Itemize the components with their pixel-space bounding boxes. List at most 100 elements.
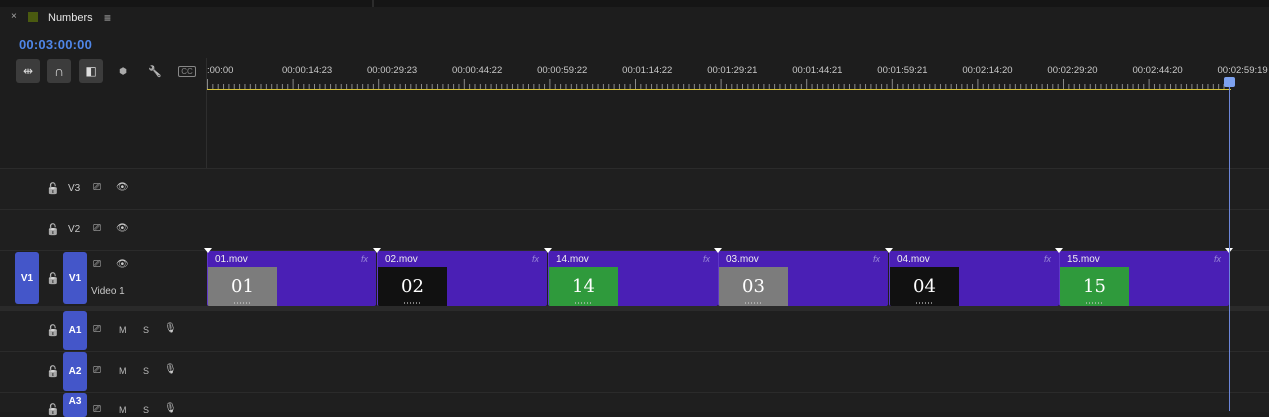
ruler-tick-label: 00:00:29:23 (367, 65, 418, 76)
clip[interactable]: 02.mov fx 02 (377, 251, 547, 306)
solo-button[interactable]: S (143, 325, 149, 335)
ruler-tick-label: 00:02:44:20 (1132, 65, 1183, 76)
linked-selection-button[interactable]: ◧ (79, 59, 103, 83)
edit-point-marker (714, 248, 722, 253)
lock-icon[interactable]: 🔓 (46, 365, 60, 378)
track-label-v3[interactable]: V3 (68, 183, 80, 194)
eye-icon[interactable]: 👁 (116, 223, 129, 234)
thumbnail-number: 02 (401, 276, 424, 297)
edit-point-marker (885, 248, 893, 253)
sequence-tab-title[interactable]: Numbers (48, 12, 93, 24)
thumbnail-number: 04 (913, 276, 936, 297)
wrench-settings-icon: 🔧 (148, 65, 162, 78)
track-name-video-1[interactable]: Video 1 (91, 286, 125, 297)
thumbnail-number: 15 (1083, 276, 1106, 297)
track-target-a3[interactable]: A3 (63, 393, 87, 417)
track-label-v2[interactable]: V2 (68, 224, 80, 235)
insert-overwrite-icon: ⇹ (22, 64, 34, 78)
clip-thumbnail: 04 (890, 267, 959, 306)
ruler-tick-label: 00:02:29:20 (1047, 65, 1098, 76)
ruler-tick-label: :00:00 (207, 65, 234, 76)
clip-name: 14.mov (556, 254, 589, 265)
clip-thumbnail: 15 (1060, 267, 1129, 306)
sync-lock-film-icon[interactable]: ⎚ (93, 223, 101, 234)
mute-button[interactable]: M (119, 325, 127, 335)
close-panel-icon[interactable]: × (11, 11, 17, 22)
fx-badge[interactable]: fx (703, 254, 710, 264)
lock-icon[interactable]: 🔓 (46, 223, 60, 236)
ruler-tick-label: 00:01:59:21 (877, 65, 928, 76)
thumbnail-number: 14 (572, 276, 595, 297)
lock-icon[interactable]: 🔓 (46, 182, 60, 195)
track-target-a2[interactable]: A2 (63, 352, 87, 391)
ruler-tick-label: 00:02:14:20 (962, 65, 1013, 76)
sync-lock-film-icon[interactable]: ⎚ (93, 324, 101, 335)
clip-name: 15.mov (1067, 254, 1100, 265)
ruler-tick-label: 00:01:29:21 (707, 65, 758, 76)
panel-menu-icon[interactable]: ≡ (104, 11, 111, 25)
ruler-tick-label: 00:01:14:22 (622, 65, 673, 76)
snap-magnet-icon: ∩ (53, 63, 65, 79)
clip[interactable]: 01.mov fx 01 (207, 251, 376, 306)
fx-badge[interactable]: fx (361, 254, 368, 264)
fx-badge[interactable]: fx (873, 254, 880, 264)
clip[interactable]: 04.mov fx 04 (889, 251, 1059, 306)
clip[interactable]: 14.mov fx 14 (548, 251, 718, 306)
microphone-icon[interactable]: 🎙 (164, 403, 177, 414)
clip-name: 01.mov (215, 254, 248, 265)
clip[interactable]: 03.mov fx 03 (718, 251, 888, 306)
track-row-a1 (0, 310, 1269, 352)
fx-badge[interactable]: fx (1214, 254, 1221, 264)
eye-icon[interactable]: 👁 (116, 182, 129, 193)
playhead-line[interactable] (1229, 84, 1230, 411)
ruler-tick-label: 00:02:59:19 (1217, 65, 1268, 76)
thumbnail-number: 01 (231, 276, 254, 297)
work-area-bar[interactable] (207, 89, 1231, 90)
mute-button[interactable]: M (119, 366, 127, 376)
fx-badge[interactable]: fx (1044, 254, 1051, 264)
linked-selection-icon: ◧ (85, 64, 97, 78)
sync-lock-film-icon[interactable]: ⎚ (93, 365, 101, 376)
track-target-a1[interactable]: A1 (63, 311, 87, 350)
playhead-timecode[interactable]: 00:03:00:00 (19, 37, 92, 52)
clip-name: 03.mov (726, 254, 759, 265)
lock-icon[interactable]: 🔓 (46, 272, 60, 285)
track-row-v2 (0, 209, 1269, 251)
sync-lock-film-icon[interactable]: ⎚ (93, 182, 101, 193)
playhead-handle[interactable] (1224, 77, 1235, 87)
clip-name: 04.mov (897, 254, 930, 265)
solo-button[interactable]: S (143, 366, 149, 376)
clip-thumbnail: 14 (549, 267, 618, 306)
clip-name: 02.mov (385, 254, 418, 265)
app-top-strip (0, 0, 1269, 7)
add-marker-button[interactable]: ⬢ (111, 59, 135, 83)
track-row-v3 (0, 168, 1269, 210)
microphone-icon[interactable]: 🎙 (164, 323, 177, 334)
thumbnail-number: 03 (742, 276, 765, 297)
mute-button[interactable]: M (119, 405, 127, 415)
sync-lock-film-icon[interactable]: ⎚ (93, 404, 101, 415)
source-patch-v1[interactable]: V1 (15, 252, 39, 304)
ruler-tick-label: 00:00:44:22 (452, 65, 503, 76)
add-marker-icon: ⬢ (119, 65, 127, 76)
solo-button[interactable]: S (143, 405, 149, 415)
sync-lock-film-icon[interactable]: ⎚ (93, 259, 101, 270)
captions-icon: CC (178, 65, 196, 77)
captions-button[interactable]: CC (175, 59, 199, 83)
clip-thumbnail: 02 (378, 267, 447, 306)
eye-icon[interactable]: 👁 (116, 259, 129, 270)
track-target-v1[interactable]: V1 (63, 252, 87, 304)
fx-badge[interactable]: fx (532, 254, 539, 264)
insert-overwrite-button[interactable]: ⇹ (16, 59, 40, 83)
microphone-icon[interactable]: 🎙 (164, 364, 177, 375)
edit-point-marker (204, 248, 212, 253)
clip-thumbnail: 01 (208, 267, 277, 306)
timeline-settings-button[interactable]: 🔧 (143, 59, 167, 83)
clip-thumbnail: 03 (719, 267, 788, 306)
lock-icon[interactable]: 🔓 (46, 324, 60, 337)
track-row-a3 (0, 392, 1269, 412)
snap-button[interactable]: ∩ (47, 59, 71, 83)
track-row-a2 (0, 351, 1269, 393)
lock-icon[interactable]: 🔓 (46, 403, 60, 416)
clip[interactable]: 15.mov fx 15 (1059, 251, 1229, 306)
